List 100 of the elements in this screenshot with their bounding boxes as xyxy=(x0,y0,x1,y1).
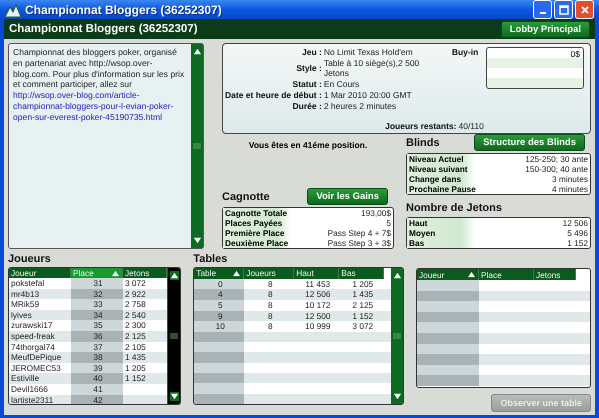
position-text: Vous êtes en 41éme position. xyxy=(248,140,368,150)
row-label: Moyen xyxy=(407,228,475,238)
row-label: Première Place xyxy=(223,228,291,238)
field-value: 2 heures 2 minutes xyxy=(324,101,398,111)
row-value: 3 minutes xyxy=(551,174,589,184)
field-label: Durée : xyxy=(292,101,322,111)
table-cell: 40 xyxy=(71,373,123,384)
row-label: Niveau suivant xyxy=(407,164,475,174)
table-cell-text: 8 xyxy=(266,278,274,290)
table-cell-text: 1 152 xyxy=(124,373,147,384)
close-icon xyxy=(580,4,590,14)
table-cell-text: lyives xyxy=(10,310,33,320)
player-row[interactable]: MeufDePique 38 1 435 xyxy=(9,352,168,363)
table-cell: 34 xyxy=(71,310,123,320)
table-cell-text: zurawski17 xyxy=(10,320,54,331)
column-header[interactable]: Jetons xyxy=(534,269,576,280)
column-header[interactable]: Bas xyxy=(339,268,384,279)
field-label: Jeu : xyxy=(300,47,322,57)
scrollbar[interactable] xyxy=(391,268,403,404)
table-cell-text: 2 125 xyxy=(351,300,374,310)
blind-structure-button[interactable]: Structure des Blinds xyxy=(474,134,585,151)
player-row[interactable]: MRik59 33 2 758 xyxy=(9,299,168,310)
row-label: Deuxième Place xyxy=(223,238,291,248)
row-label: Cagnotte Totale xyxy=(223,208,291,218)
maximize-button[interactable] xyxy=(554,0,573,19)
field-value: No Limit Texas Hold'em xyxy=(324,47,414,57)
table-cell-text: 3 072 xyxy=(124,278,147,289)
column-header[interactable]: Place xyxy=(71,268,123,278)
field-value: Table à 10 siège(s),2 500 Jetons xyxy=(324,58,420,78)
header-title: Championnat Bloggers (36252307) xyxy=(9,23,198,35)
description-text: Championnat des bloggers poker, organisé en partenariat avec http://wsop.over-blog.com. Pour plus d'information sur les prix et comment participer, allez sur http://wsop.over-blog.com/article-championnat-bloggers-pour-l-evian-poker-open-sur-everest-poker-45190735.html xyxy=(9,44,191,248)
player-row[interactable]: mr4b13 32 2 922 xyxy=(9,288,168,300)
row-label: Places Payées xyxy=(223,218,291,228)
scroll-down-icon[interactable] xyxy=(170,392,179,401)
player-row[interactable]: speed-freak 36 2 125 xyxy=(9,330,168,342)
table-cell-text: lartiste2311 xyxy=(10,394,54,404)
table-cell-text: 1 152 xyxy=(351,310,374,322)
field-value: 1 Mar 2010 20:00 GMT xyxy=(324,90,413,100)
row-value: 193,00$ xyxy=(360,208,392,218)
scroll-grip-icon[interactable] xyxy=(393,333,401,339)
column-header[interactable]: Table xyxy=(194,268,244,279)
scrollbar[interactable] xyxy=(191,44,203,248)
scroll-up-icon[interactable] xyxy=(192,47,202,56)
player-row[interactable]: Estiville 40 1 152 xyxy=(9,373,168,384)
section-title: Blinds xyxy=(406,136,440,148)
column-header[interactable]: Haut xyxy=(294,268,340,279)
row-label: Prochaine Pause xyxy=(407,184,475,194)
table-cell: 4 xyxy=(194,289,244,300)
table-row[interactable]: 4 8 12 506 1 435 xyxy=(194,289,391,300)
table-cell-text: 2 125 xyxy=(124,330,147,342)
table-cell: 10 xyxy=(194,321,244,332)
table-cell-text: 2 105 xyxy=(124,342,147,352)
scroll-up-icon[interactable] xyxy=(392,271,402,280)
column-header[interactable]: Joueurs xyxy=(244,268,294,279)
table-cell-text: 8 xyxy=(266,321,274,332)
row-label: Bas xyxy=(407,238,475,248)
scrollbar[interactable] xyxy=(167,268,180,404)
scroll-grip-icon[interactable] xyxy=(193,143,201,149)
tournament-link[interactable]: http://wsop.over-blog.com/article-championnat-bloggers-pour-l-evian-poker-open-sur-everest-poker-45190735.html xyxy=(13,90,187,123)
table-cell-text: 1 435 xyxy=(124,352,147,363)
minimize-button[interactable] xyxy=(533,0,552,19)
row-value: 125-250; 30 ante xyxy=(524,154,589,164)
scroll-grip-icon[interactable] xyxy=(170,333,178,339)
maximize-icon xyxy=(558,4,568,14)
table-cell-text: 2 922 xyxy=(124,288,147,300)
column-header[interactable]: Joueur xyxy=(9,268,71,278)
scroll-down-icon[interactable] xyxy=(192,236,202,245)
table-row[interactable]: 9 8 12 500 1 152 xyxy=(194,310,391,322)
table-cell: 35 xyxy=(71,320,123,331)
row-value: 5 496 xyxy=(566,228,589,238)
scroll-down-icon[interactable] xyxy=(392,392,402,401)
view-prizes-button[interactable]: Voir les Gains xyxy=(307,188,388,205)
player-row[interactable]: lyives 34 2 540 xyxy=(9,310,168,320)
row-value: Pass Step 4 + 7$ xyxy=(326,228,392,238)
row-value: 5 xyxy=(385,218,392,228)
close-button[interactable] xyxy=(575,0,594,19)
column-header[interactable]: Jetons xyxy=(123,268,167,278)
table-cell-text: MeufDePique xyxy=(10,352,62,363)
field-value: En Cours xyxy=(324,79,360,89)
lobby-button[interactable]: Lobby Principal xyxy=(500,20,590,38)
scroll-up-icon[interactable] xyxy=(170,271,179,280)
row-value: Pass Step 3 + 3$ xyxy=(326,238,392,248)
table-cell-text: mr4b13 xyxy=(10,288,40,300)
field-label: Style : xyxy=(295,63,322,73)
table-cell: 32 xyxy=(71,288,123,300)
section-title: Cagnotte xyxy=(222,190,270,202)
remaining-value: 40/110 xyxy=(458,121,484,131)
column-header[interactable]: Place xyxy=(479,269,534,280)
table-cell: 38 xyxy=(71,352,123,363)
player-row[interactable]: JEROMEC53 39 1 205 xyxy=(9,362,168,374)
field-label: Date et heure de début : xyxy=(225,90,322,100)
player-row[interactable]: pokstefal 31 3 072 xyxy=(9,278,168,289)
row-value: 12 506 xyxy=(562,218,589,228)
table-cell-text: 3 072 xyxy=(351,321,374,332)
section-title: Joueurs xyxy=(8,253,52,265)
row-label: Change dans xyxy=(407,174,475,184)
column-header[interactable]: Joueur xyxy=(417,269,479,280)
buyin-value: 0$ xyxy=(570,49,580,59)
player-row[interactable]: Devil1666 41 xyxy=(9,384,168,395)
table-row[interactable]: 0 8 11 453 1 205 xyxy=(194,278,391,290)
